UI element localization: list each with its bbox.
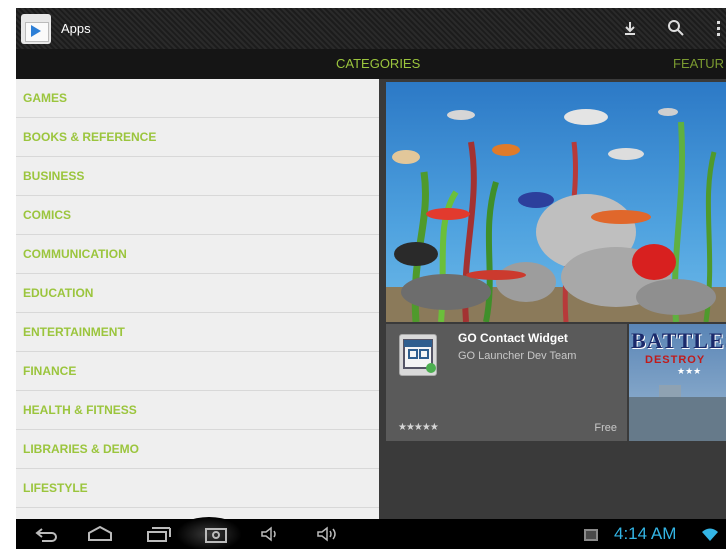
volume-up-icon[interactable] xyxy=(314,523,340,545)
category-item-lifestyle[interactable]: LIFESTYLE xyxy=(16,469,379,508)
app-card-go-contact-widget[interactable]: GO Contact Widget GO Launcher Dev Team ★… xyxy=(386,324,627,441)
shopping-bag-icon[interactable] xyxy=(21,14,51,44)
category-item-business[interactable]: BUSINESS xyxy=(16,157,379,196)
category-item-finance[interactable]: FINANCE xyxy=(16,352,379,391)
featured-hero-banner[interactable] xyxy=(386,82,726,322)
wifi-icon xyxy=(702,528,718,541)
category-item-games[interactable]: GAMES xyxy=(16,79,379,118)
app-title: Apps xyxy=(61,21,91,36)
battleship-stars: ★★★ xyxy=(677,366,702,376)
tab-categories[interactable]: CATEGORIES xyxy=(336,56,420,71)
status-time: 4:14 AM xyxy=(614,524,677,543)
battleship-title: BATTLES xyxy=(631,328,726,353)
tab-strip: CATEGORIES FEATUR xyxy=(16,49,726,79)
category-item-comics[interactable]: COMICS xyxy=(16,196,379,235)
featured-pane: GO Contact Widget GO Launcher Dev Team ★… xyxy=(379,79,726,519)
action-bar: Apps xyxy=(16,8,726,49)
screenshot-icon[interactable] xyxy=(203,523,229,545)
contact-card-glyph xyxy=(403,339,436,373)
go-contact-widget-app-icon xyxy=(399,334,437,376)
category-item-entertainment[interactable]: ENTERTAINMENT xyxy=(16,313,379,352)
volume-down-icon[interactable] xyxy=(258,523,280,545)
app-card-rating: ★★★★★ xyxy=(398,422,439,433)
aquarium-image xyxy=(386,82,726,322)
category-list: GAMES BOOKS & REFERENCE BUSINESS COMICS … xyxy=(16,79,379,519)
recent-apps-icon[interactable] xyxy=(144,523,172,545)
home-icon[interactable] xyxy=(86,523,114,545)
app-card-price: Free xyxy=(594,422,617,434)
search-icon[interactable] xyxy=(665,17,687,39)
category-item-books-reference[interactable]: BOOKS & REFERENCE xyxy=(16,118,379,157)
ship-hull xyxy=(629,397,726,441)
category-item-communication[interactable]: COMMUNICATION xyxy=(16,235,379,274)
category-item-libraries-demo[interactable]: LIBRARIES & DEMO xyxy=(16,430,379,469)
gallery-notification-icon[interactable] xyxy=(582,523,600,545)
battleship-subtitle: DESTROY xyxy=(645,354,706,366)
play-triangle xyxy=(31,25,41,37)
tablet-screen: Apps CATEGORIES FEATUR GAMES BOOKS & REF… xyxy=(16,8,726,549)
app-card-title: GO Contact Widget xyxy=(458,331,568,345)
tab-featured[interactable]: FEATUR xyxy=(673,56,724,71)
category-item-health-fitness[interactable]: HEALTH & FITNESS xyxy=(16,391,379,430)
app-card-developer: GO Launcher Dev Team xyxy=(458,350,577,362)
download-icon[interactable] xyxy=(619,17,641,39)
category-item-education[interactable]: EDUCATION xyxy=(16,274,379,313)
system-bar: 4:14 AM xyxy=(16,517,726,549)
app-card-battleship[interactable]: BATTLES DESTROY ★★★ xyxy=(629,324,726,441)
back-icon[interactable] xyxy=(34,523,60,545)
overflow-menu-icon[interactable] xyxy=(710,17,726,39)
